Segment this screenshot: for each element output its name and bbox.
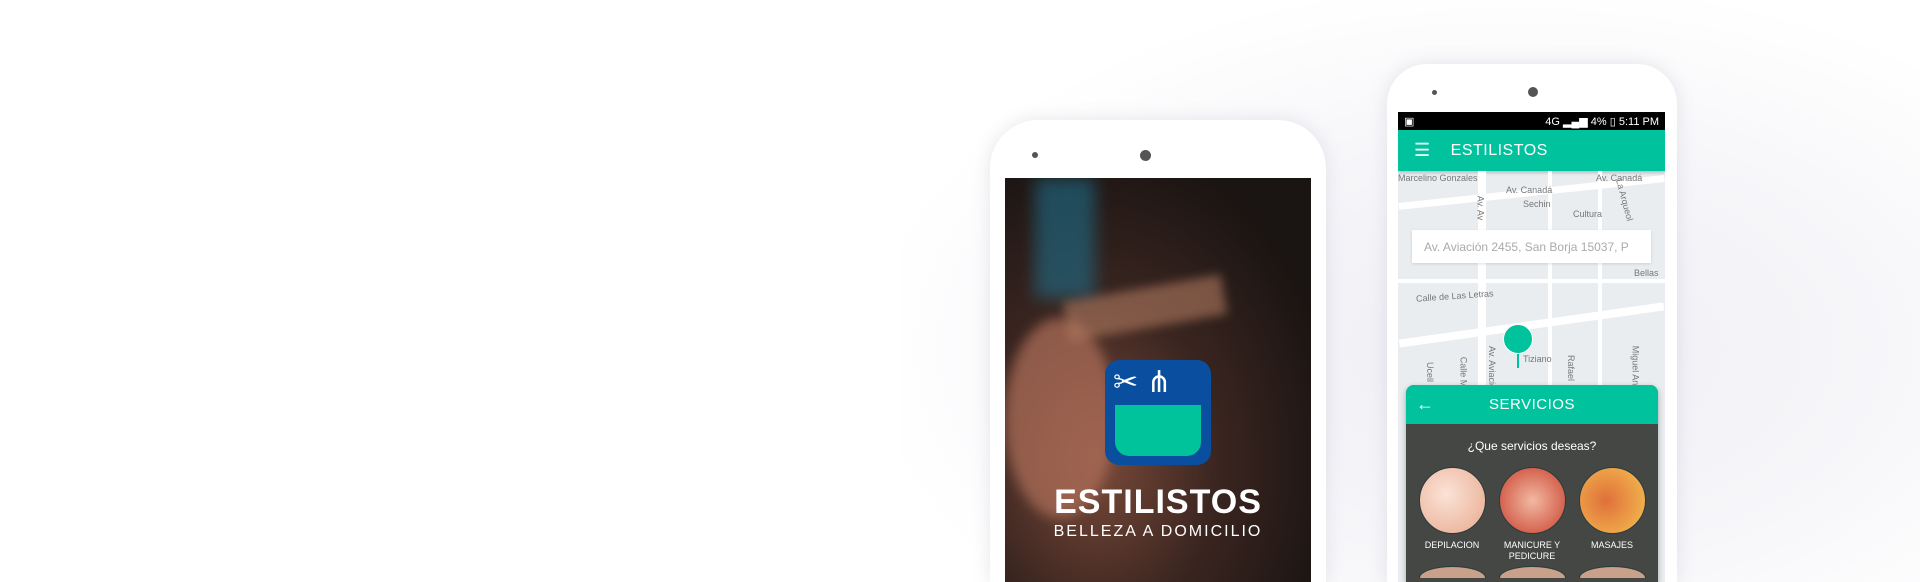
map-label: Cultura — [1573, 209, 1603, 219]
map-label: Sechin — [1523, 199, 1551, 209]
back-arrow-icon[interactable]: ← — [1416, 394, 1435, 415]
map-label: Ucell — [1425, 361, 1436, 383]
map-label: Calle M — [1458, 356, 1469, 388]
service-image[interactable] — [1418, 566, 1486, 578]
map-label: Tiziano — [1523, 354, 1552, 364]
map-label: Marcelino Gonzales — [1398, 173, 1478, 183]
front-camera — [1528, 87, 1538, 97]
service-image[interactable] — [1498, 566, 1566, 578]
services-question: ¿Que servicios deseas? — [1467, 439, 1597, 453]
service-image — [1578, 467, 1646, 534]
notification-icon: ▣ — [1404, 115, 1415, 128]
service-label: MASAJES — [1590, 540, 1633, 550]
address-search-input[interactable]: Av. Aviación 2455, San Borja 15037, P — [1412, 230, 1651, 263]
phone-splash: ✂ ⋔ ESTILISTOS BELLEZA A DOMICILIO — [990, 120, 1326, 582]
clock: 5:11 PM — [1618, 115, 1659, 128]
services-title: SERVICIOS — [1489, 396, 1575, 413]
sensor — [1032, 152, 1038, 158]
map-screen: ▣ 4G ▂▄▆ 4% ▯ 5:11 PM ☰ ESTILISTOS Marce… — [1398, 112, 1665, 582]
map[interactable]: Marcelino Gonzales Av. Canadá Av. Canadá… — [1398, 171, 1665, 582]
phone-map: ▣ 4G ▂▄▆ 4% ▯ 5:11 PM ☰ ESTILISTOS Marce… — [1387, 64, 1677, 582]
app-title: ESTILISTOS — [1450, 141, 1548, 159]
app-logo-icon: ✂ ⋔ — [1105, 360, 1211, 465]
map-label: Rafael — [1566, 354, 1577, 382]
hamburger-icon[interactable]: ☰ — [1414, 140, 1431, 161]
network-label: 4G — [1545, 115, 1560, 128]
app-bar: ☰ ESTILISTOS — [1398, 130, 1665, 171]
pin-stem — [1517, 354, 1519, 368]
service-label: DEPILACION — [1424, 540, 1480, 550]
brand-name: ESTILISTOS — [1054, 483, 1262, 521]
service-label: MANICURE Y PEDICURE — [1503, 540, 1561, 561]
services-panel: ← SERVICIOS ¿Que servicios deseas? DEPIL… — [1406, 385, 1658, 582]
sensor — [1432, 90, 1437, 95]
service-depilacion[interactable]: DEPILACION — [1414, 467, 1490, 562]
splash-screen: ✂ ⋔ ESTILISTOS BELLEZA A DOMICILIO — [1005, 178, 1311, 582]
status-bar: ▣ 4G ▂▄▆ 4% ▯ 5:11 PM — [1398, 112, 1665, 130]
service-masajes[interactable]: MASAJES — [1574, 467, 1650, 562]
map-label: Av. Av — [1475, 195, 1486, 221]
services-header: ← SERVICIOS — [1406, 385, 1658, 424]
service-manicure[interactable]: MANICURE Y PEDICURE — [1494, 467, 1570, 562]
map-label: Miguel Ang — [1630, 345, 1641, 391]
battery-level: 4% — [1590, 115, 1607, 128]
service-image[interactable] — [1578, 566, 1646, 578]
map-label: Bellas — [1634, 268, 1659, 278]
service-image — [1418, 467, 1486, 534]
location-pin-icon[interactable] — [1503, 324, 1533, 354]
service-image — [1498, 467, 1566, 534]
brand-tagline: BELLEZA A DOMICILIO — [1053, 523, 1263, 540]
map-label: Av. Canadá — [1506, 185, 1553, 195]
front-camera — [1140, 150, 1151, 161]
